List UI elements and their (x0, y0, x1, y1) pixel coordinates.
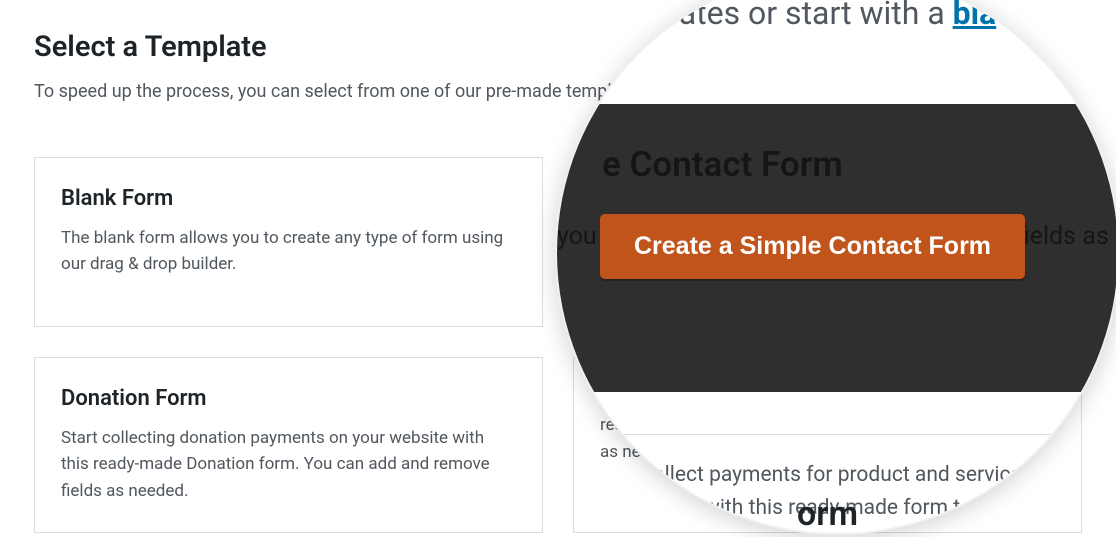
zoom-subtitle-fragment: ates or start with a bla (557, 0, 1116, 32)
zoom-card-title-fragment: e Contact Form (602, 144, 1108, 185)
create-simple-contact-form-button[interactable]: Create a Simple Contact Form (600, 214, 1025, 279)
zoom-blank-link-fragment[interactable]: bla (953, 0, 997, 32)
template-card-donation[interactable]: Donation Form Start collecting donation … (34, 357, 543, 533)
card-desc: Start collecting donation payments on yo… (61, 425, 516, 504)
card-desc: The blank form allows you to create any … (61, 225, 516, 278)
zoom-lower-title-fragment: orm (797, 494, 858, 534)
zoom-subtitle-text: ates or start with a (679, 0, 953, 32)
card-title: Donation Form (61, 386, 516, 411)
card-title: Blank Form (61, 186, 516, 211)
template-card-blank[interactable]: Blank Form The blank form allows you to … (34, 157, 543, 327)
